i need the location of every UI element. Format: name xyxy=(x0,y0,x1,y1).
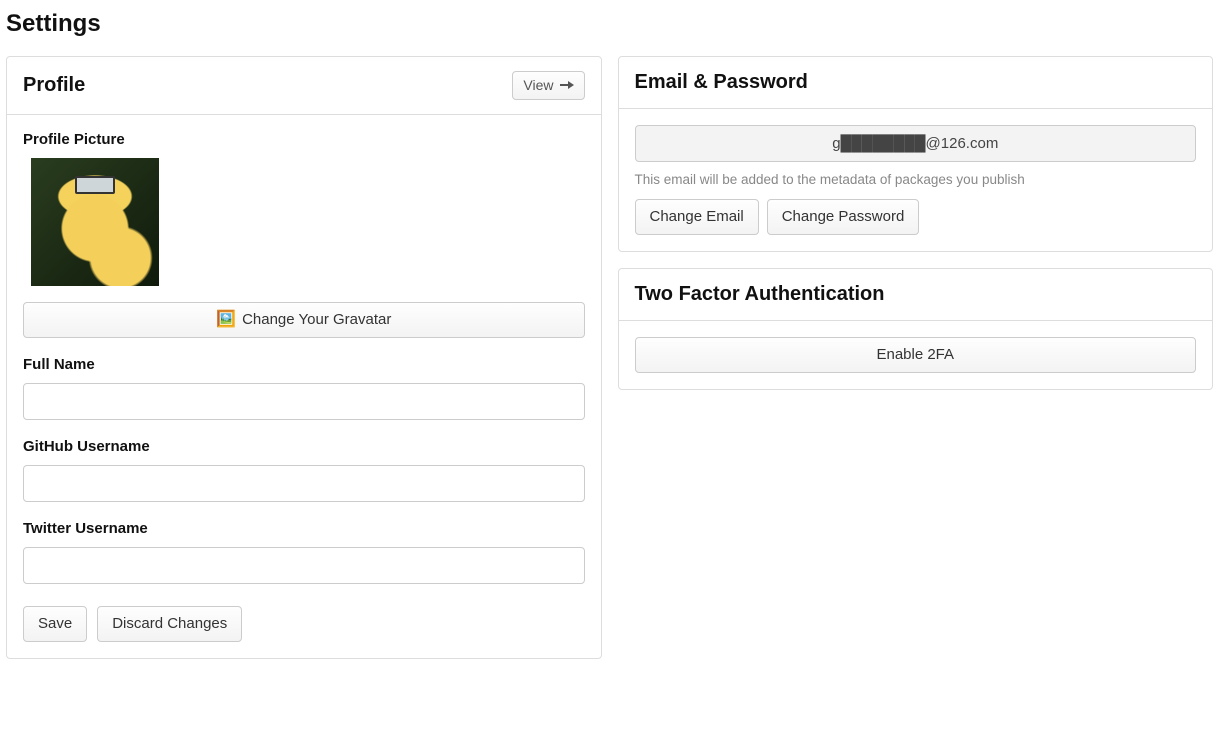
view-label: View xyxy=(523,77,553,94)
github-username-input[interactable] xyxy=(23,465,585,502)
arrow-right-icon xyxy=(560,80,574,90)
avatar xyxy=(31,158,159,286)
picture-icon: 🖼️ xyxy=(216,312,236,328)
profile-panel: Profile View Profile Picture 🖼️ Change Y… xyxy=(6,56,602,659)
profile-heading: Profile xyxy=(23,74,85,97)
email-password-heading: Email & Password xyxy=(635,71,808,94)
change-gravatar-label: Change Your Gravatar xyxy=(242,311,391,329)
change-password-button[interactable]: Change Password xyxy=(767,199,920,235)
view-profile-button[interactable]: View xyxy=(512,71,584,100)
discard-changes-button[interactable]: Discard Changes xyxy=(97,606,242,642)
save-button[interactable]: Save xyxy=(23,606,87,642)
twitter-username-input[interactable] xyxy=(23,547,585,584)
full-name-label: Full Name xyxy=(23,356,585,373)
two-factor-heading: Two Factor Authentication xyxy=(635,283,885,306)
change-gravatar-button[interactable]: 🖼️ Change Your Gravatar xyxy=(23,302,585,338)
email-help-text: This email will be added to the metadata… xyxy=(635,172,1197,187)
twitter-username-label: Twitter Username xyxy=(23,520,585,537)
full-name-input[interactable] xyxy=(23,383,585,420)
email-password-panel: Email & Password g████████@126.com This … xyxy=(618,56,1214,252)
enable-2fa-button[interactable]: Enable 2FA xyxy=(635,337,1197,373)
settings-columns: Profile View Profile Picture 🖼️ Change Y… xyxy=(6,56,1213,659)
current-email-field: g████████@126.com xyxy=(635,125,1197,162)
two-factor-panel: Two Factor Authentication Enable 2FA xyxy=(618,268,1214,390)
profile-picture-label: Profile Picture xyxy=(23,131,585,148)
change-email-button[interactable]: Change Email xyxy=(635,199,759,235)
page-title: Settings xyxy=(6,10,1213,38)
github-username-label: GitHub Username xyxy=(23,438,585,455)
